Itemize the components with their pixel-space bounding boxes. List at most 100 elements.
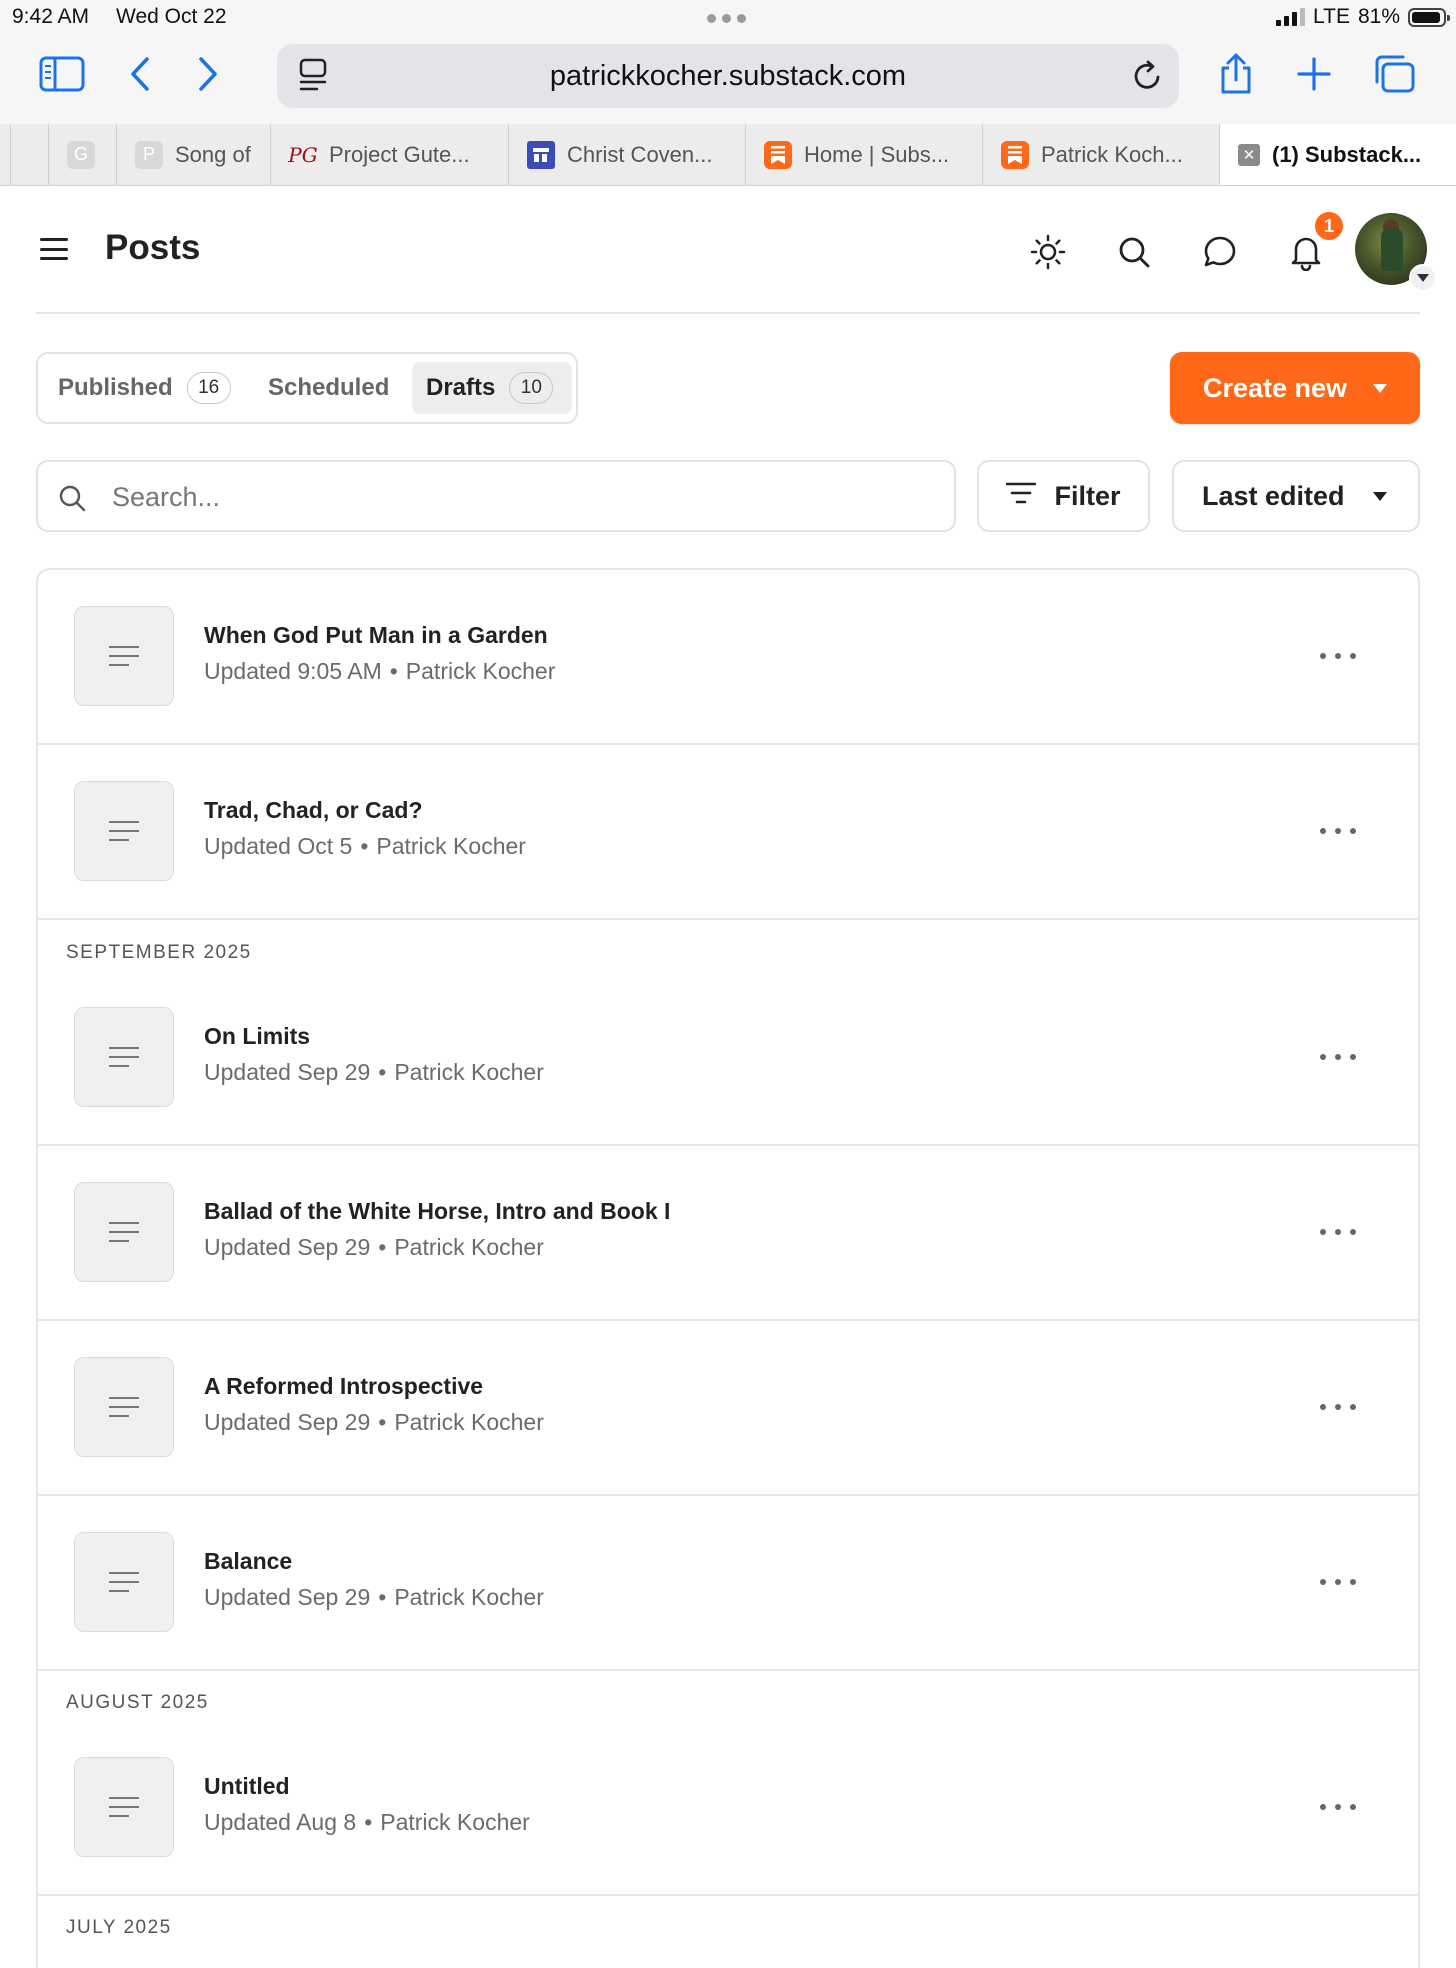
more-options-icon[interactable]	[1320, 1793, 1356, 1821]
text-lines-icon	[109, 646, 139, 666]
calendar-favicon-icon	[527, 140, 555, 169]
tab-patrick-kocher[interactable]: Patrick Koch...	[982, 124, 1219, 185]
tab-overview-icon[interactable]	[1366, 50, 1422, 98]
browser-toolbar: patrickkocher.substack.com	[0, 36, 1456, 124]
status-time: 9:42 AM	[12, 5, 90, 28]
post-thumbnail	[74, 1007, 174, 1107]
search-icon[interactable]	[1112, 230, 1156, 274]
section-header: SEPTEMBER 2025	[66, 942, 252, 963]
back-icon[interactable]	[112, 50, 168, 98]
drafts-list: When God Put Man in a Garden Updated 9:0…	[36, 568, 1420, 1968]
search-input[interactable]	[110, 474, 934, 520]
list-item[interactable]: When God Put Man in a Garden Updated 9:0…	[38, 570, 1418, 745]
text-lines-icon	[109, 821, 139, 841]
cellular-signal-icon	[1276, 8, 1305, 26]
text-lines-icon	[109, 1797, 139, 1817]
post-meta: Updated 9:05 AM • Patrick Kocher	[204, 658, 556, 684]
text-lines-icon	[109, 1572, 139, 1592]
notification-badge: 1	[1313, 210, 1345, 242]
battery-percent: 81%	[1357, 5, 1400, 28]
create-new-button[interactable]: Create new	[1170, 352, 1420, 424]
status-bar: 9:42 AM Wed Oct 22 LTE 81%	[0, 0, 1456, 36]
search-icon	[58, 484, 86, 517]
browser-tab-strip: G P Song of PG Project Gute... Christ Co…	[0, 124, 1456, 186]
list-item[interactable]: Ballad of the White Horse, Intro and Boo…	[38, 1146, 1418, 1321]
address-bar[interactable]: patrickkocher.substack.com	[277, 44, 1179, 108]
post-meta: Updated Sep 29 • Patrick Kocher	[204, 1059, 544, 1085]
filter-button[interactable]: Filter	[977, 460, 1150, 532]
post-meta: Updated Oct 5 • Patrick Kocher	[204, 833, 526, 859]
post-thumbnail	[74, 1757, 174, 1857]
tab-published[interactable]: Published 16	[44, 362, 245, 414]
post-title[interactable]: On Limits	[204, 1023, 310, 1050]
forward-icon[interactable]	[180, 50, 236, 98]
network-type: LTE	[1313, 5, 1350, 28]
post-thumbnail	[74, 1357, 174, 1457]
section-header: AUGUST 2025	[66, 1692, 209, 1713]
theme-toggle-icon[interactable]	[1026, 230, 1070, 274]
post-meta: Updated Aug 8 • Patrick Kocher	[204, 1809, 530, 1835]
post-title[interactable]: Untitled	[204, 1773, 290, 1800]
post-meta: Updated Sep 29 • Patrick Kocher	[204, 1584, 544, 1610]
tab-drafts[interactable]: Drafts 10	[412, 362, 572, 414]
post-title[interactable]: When God Put Man in a Garden	[204, 622, 548, 649]
list-item[interactable]: Balance Updated Sep 29 • Patrick Kocher	[38, 1496, 1418, 1671]
post-title[interactable]: Ballad of the White Horse, Intro and Boo…	[204, 1198, 670, 1225]
share-icon[interactable]	[1208, 50, 1264, 98]
more-options-icon[interactable]	[1320, 642, 1356, 670]
post-meta: Updated Sep 29 • Patrick Kocher	[204, 1409, 544, 1435]
post-title[interactable]: Balance	[204, 1548, 292, 1575]
list-item[interactable]: On Limits Updated Sep 29 • Patrick Kocher	[38, 971, 1418, 1146]
tab-substack-active[interactable]: ✕ (1) Substack...	[1219, 124, 1456, 185]
post-status-tabs: Published 16 Scheduled Drafts 10	[36, 352, 578, 424]
tab-song-of[interactable]: P Song of	[116, 124, 270, 185]
more-options-icon[interactable]	[1320, 1393, 1356, 1421]
post-thumbnail	[74, 606, 174, 706]
post-meta: Updated Sep 29 • Patrick Kocher	[204, 1234, 544, 1260]
more-options-icon[interactable]	[1320, 1568, 1356, 1596]
p-favicon-icon: P	[135, 140, 163, 169]
list-item[interactable]: Untitled Updated Aug 8 • Patrick Kocher	[38, 1721, 1418, 1896]
url-host[interactable]: patrickkocher.substack.com	[277, 60, 1179, 93]
post-thumbnail	[74, 1182, 174, 1282]
battery-icon	[1408, 7, 1450, 27]
more-options-icon[interactable]	[1320, 1043, 1356, 1071]
app-header: Posts 1	[36, 186, 1437, 314]
sidebar-toggle-icon[interactable]	[34, 50, 90, 98]
google-favicon-icon: G	[67, 140, 95, 169]
tab-project-gutenberg[interactable]: PG Project Gute...	[270, 124, 508, 185]
sort-dropdown[interactable]: Last edited	[1172, 460, 1420, 532]
list-item[interactable]: A Reformed Introspective Updated Sep 29 •…	[38, 1321, 1418, 1496]
reload-icon[interactable]	[1131, 58, 1165, 99]
text-lines-icon	[109, 1222, 139, 1242]
post-title[interactable]: Trad, Chad, or Cad?	[204, 797, 423, 824]
tab-scheduled[interactable]: Scheduled	[254, 362, 403, 414]
list-item[interactable]: Trad, Chad, or Cad? Updated Oct 5 • Patric…	[38, 745, 1418, 920]
tab-christ-covenant[interactable]: Christ Coven...	[508, 124, 745, 185]
more-options-icon[interactable]	[1320, 1218, 1356, 1246]
multitasking-dots[interactable]	[707, 14, 746, 23]
chevron-down-icon[interactable]	[1409, 264, 1437, 292]
tab-home-substack[interactable]: Home | Subs...	[745, 124, 982, 185]
status-date: Wed Oct 22	[116, 5, 227, 28]
drafts-count: 10	[509, 372, 554, 404]
substack-favicon-icon	[764, 140, 792, 169]
text-lines-icon	[109, 1047, 139, 1067]
new-tab-icon[interactable]	[1286, 50, 1342, 98]
page-title: Posts	[105, 228, 201, 267]
tab-google[interactable]: G	[48, 124, 116, 185]
close-tab-icon[interactable]: ✕	[1238, 143, 1260, 166]
chat-icon[interactable]	[1198, 230, 1242, 274]
caret-down-icon	[1373, 383, 1388, 393]
tab-pinned[interactable]	[10, 124, 48, 185]
text-lines-icon	[109, 1397, 139, 1417]
more-options-icon[interactable]	[1320, 817, 1356, 845]
menu-icon[interactable]	[40, 238, 68, 260]
filter-icon	[1006, 481, 1037, 512]
substack-favicon-icon	[1001, 140, 1029, 169]
section-header: JULY 2025	[66, 1917, 172, 1938]
post-title[interactable]: A Reformed Introspective	[204, 1373, 483, 1400]
gutenberg-favicon-icon: PG	[288, 142, 318, 167]
search-box[interactable]	[36, 460, 956, 532]
caret-down-icon	[1372, 491, 1387, 501]
